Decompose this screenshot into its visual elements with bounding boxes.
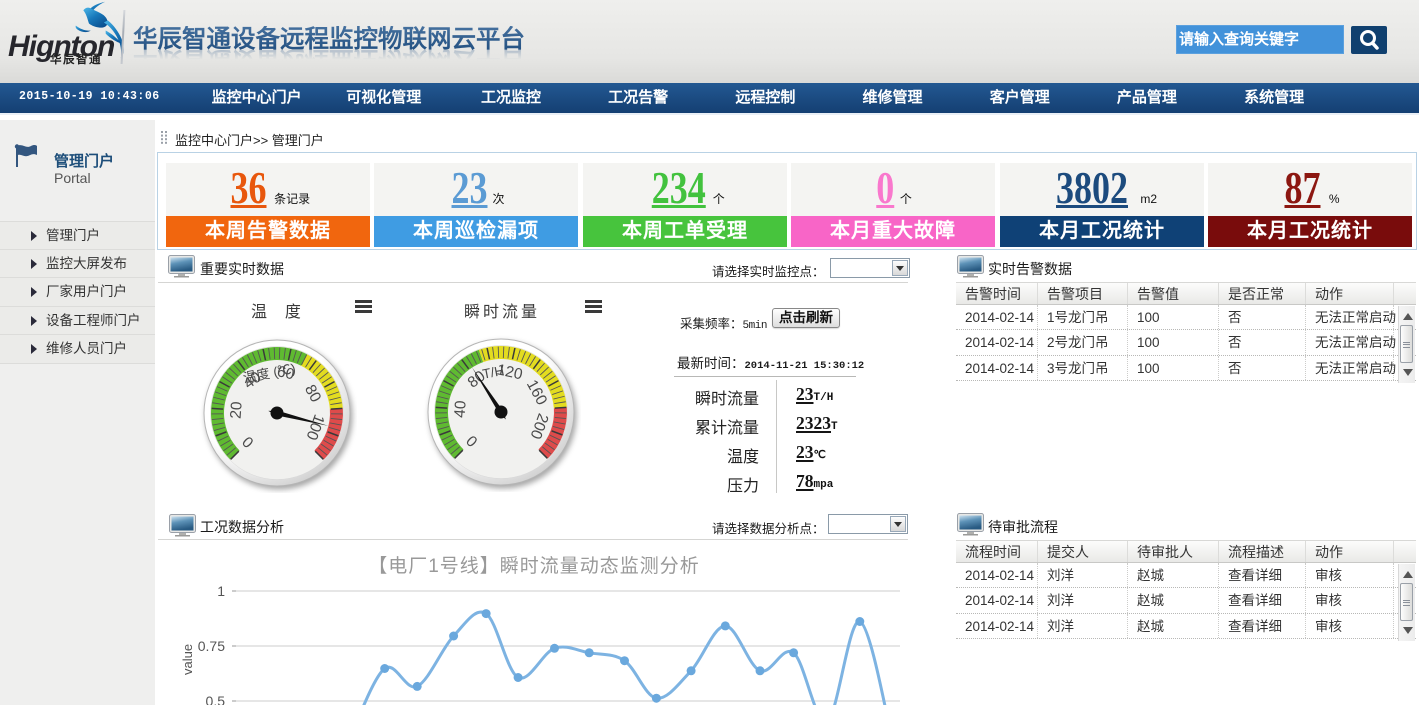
svg-text:1: 1 xyxy=(217,583,225,599)
svg-text:value: value xyxy=(180,644,195,675)
svg-text:20: 20 xyxy=(228,401,246,420)
svg-text:40: 40 xyxy=(452,400,470,419)
svg-text:0.75: 0.75 xyxy=(198,638,225,654)
svg-text:0.5: 0.5 xyxy=(206,693,226,705)
